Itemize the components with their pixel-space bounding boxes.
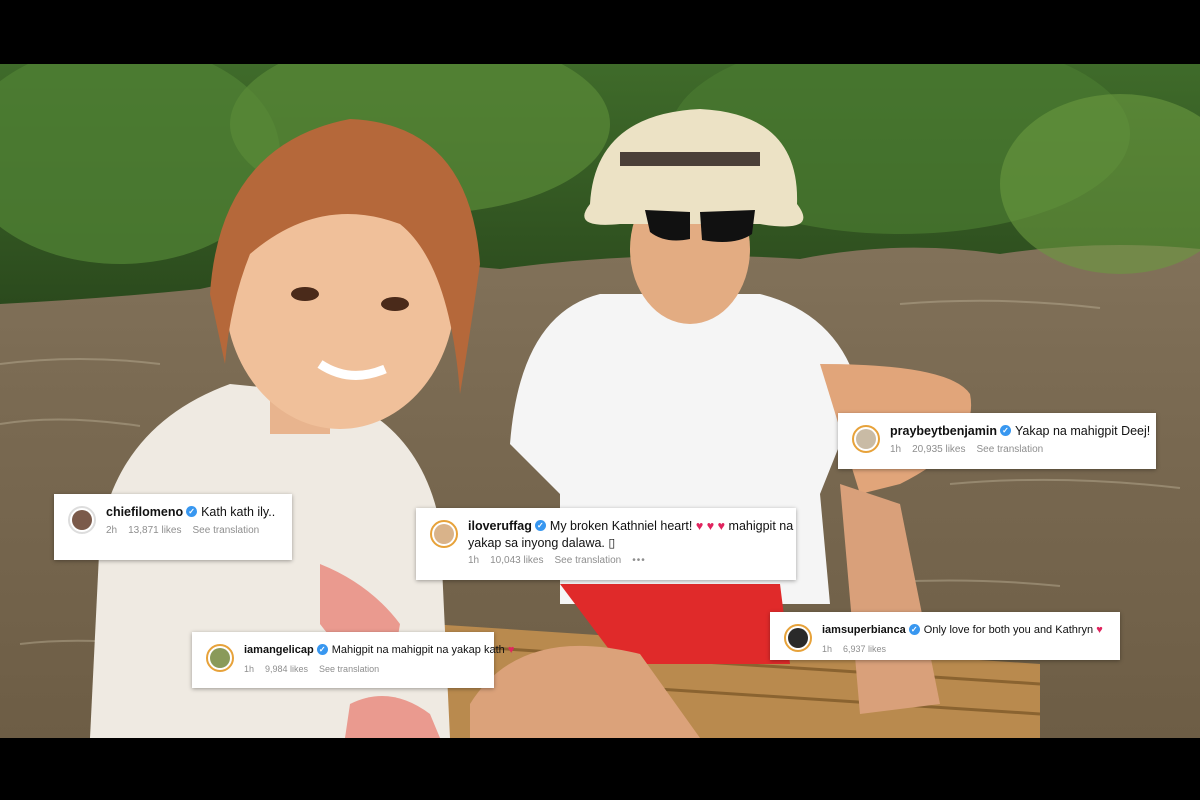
heart-icon: ♥ <box>1096 624 1103 636</box>
comment-time: 1h <box>822 644 833 654</box>
likes-count[interactable]: 10,043 likes <box>490 555 543 566</box>
avatar[interactable] <box>784 624 812 652</box>
top-letterbox <box>0 0 1200 64</box>
see-translation-link[interactable]: See translation <box>555 555 622 566</box>
see-translation-link[interactable]: See translation <box>977 444 1044 455</box>
comment-text: My broken Kathniel heart! <box>549 519 693 533</box>
heart-icon: ♥ <box>507 644 515 656</box>
more-options-icon[interactable]: ••• <box>632 555 646 566</box>
comment-username[interactable]: chiefilomeno <box>106 505 183 519</box>
likes-count[interactable]: 20,935 likes <box>912 444 965 455</box>
comment-iamsuperbianca: iamsuperbianca ✓ Only love for both you an… <box>770 612 1120 660</box>
verified-badge-icon: ✓ <box>316 643 328 655</box>
comment-text: Yakap na mahigpit Deej! <box>1014 424 1151 438</box>
comment-iamangelicap: iamangelicap ✓ Mahigpit na mahigpit na yak… <box>192 632 514 688</box>
heart-icon: ♥ ♥ ♥ <box>695 519 726 533</box>
comment-time: 1h <box>890 444 902 455</box>
avatar[interactable] <box>206 644 234 672</box>
comment-text: Mahigpit na mahigpit na yakap kath <box>331 644 505 656</box>
comment-text-line2: yakap sa inyong dalawa. ▯ <box>468 536 616 550</box>
comment-iloveruffag: iloveruffag ✓ My broken Kathniel heart! ♥ … <box>416 508 796 580</box>
see-translation-link[interactable]: See translation <box>319 664 379 674</box>
comment-text-cont: mahigpit na <box>728 519 794 533</box>
comment-username[interactable]: iloveruffag <box>468 519 532 533</box>
avatar[interactable] <box>68 506 96 534</box>
verified-badge-icon: ✓ <box>999 425 1011 437</box>
comment-time: 1h <box>244 664 255 674</box>
comment-time: 1h <box>468 555 480 566</box>
comment-text: Only love for both you and Kathryn <box>923 624 1094 636</box>
bottom-letterbox <box>0 738 1200 800</box>
comment-praybeytbenjamin: praybeytbenjamin ✓ Yakap na mahigpit Deej!… <box>838 413 1156 469</box>
likes-count[interactable]: 9,984 likes <box>265 664 308 674</box>
verified-badge-icon: ✓ <box>186 506 198 518</box>
comment-text: Kath kath ily.. <box>201 505 276 519</box>
likes-count[interactable]: 6,937 likes <box>843 644 886 654</box>
comment-username[interactable]: iamsuperbianca <box>822 624 906 636</box>
likes-count[interactable]: 13,871 likes <box>128 525 181 536</box>
avatar[interactable] <box>430 520 458 548</box>
verified-badge-icon: ✓ <box>534 520 546 532</box>
comment-username[interactable]: praybeytbenjamin <box>890 424 997 438</box>
comment-chiefilomeno: chiefilomeno ✓ Kath kath ily.. 2h 13,871 li… <box>54 494 292 560</box>
comment-time: 2h <box>106 525 118 536</box>
comment-username[interactable]: iamangelicap <box>244 644 314 656</box>
avatar[interactable] <box>852 425 880 453</box>
see-translation-link[interactable]: See translation <box>193 525 260 536</box>
verified-badge-icon: ✓ <box>908 623 920 635</box>
